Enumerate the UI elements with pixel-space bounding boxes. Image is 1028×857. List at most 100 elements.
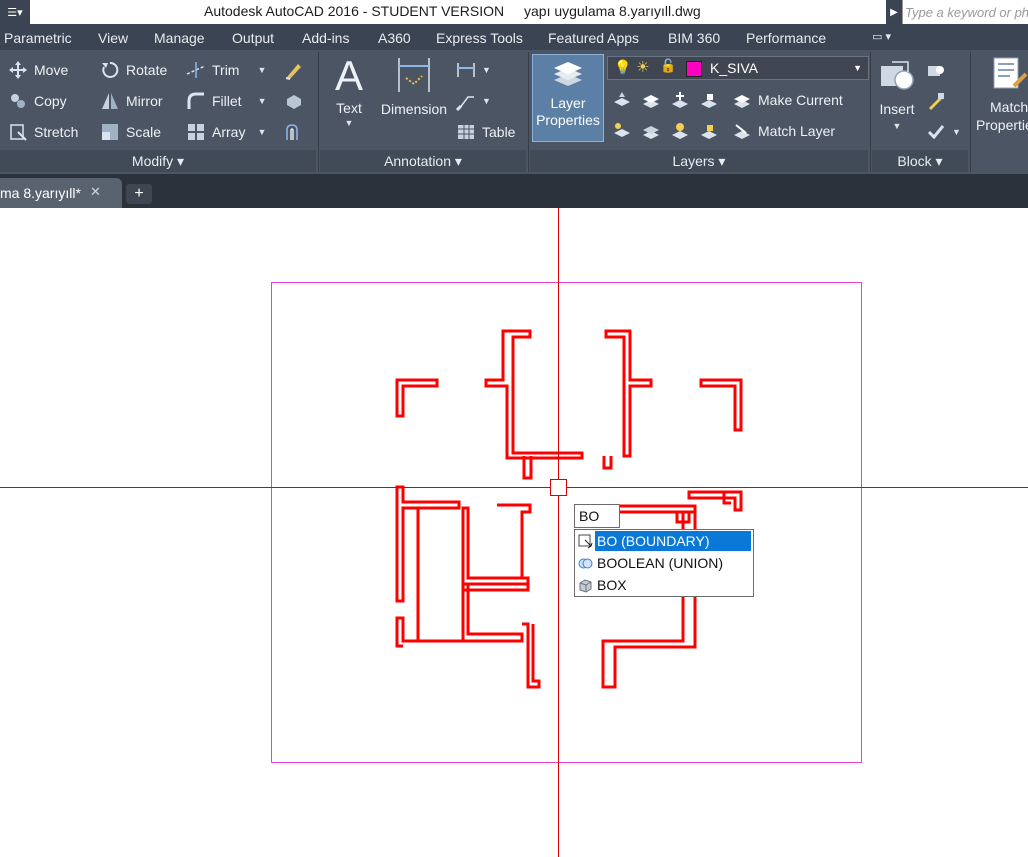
new-tab-button[interactable]: + [126, 184, 152, 204]
explode-button[interactable] [284, 91, 304, 111]
erase-button[interactable] [284, 60, 304, 80]
match-properties-label-1: Match [990, 99, 1028, 115]
dimension-label: Dimension [380, 101, 448, 117]
fillet-dropdown-icon[interactable]: ▼ [258, 96, 267, 106]
mirror-label: Mirror [126, 93, 163, 109]
close-tab-icon[interactable]: ✕ [90, 184, 101, 200]
modify-panel-title[interactable]: Modify ▾ [0, 150, 316, 172]
quick-access-menu-button[interactable]: ☰▾ [0, 0, 30, 24]
copy-label: Copy [34, 93, 67, 109]
command-input[interactable] [575, 505, 619, 526]
trim-dropdown-icon[interactable]: ▼ [257, 65, 266, 75]
edit-block-button[interactable] [926, 91, 946, 111]
layer-on-icon: 💡 [614, 59, 632, 75]
layer-thaw-tool-icon[interactable] [670, 121, 690, 141]
layer-unisolate-icon[interactable] [641, 121, 661, 141]
layer-isolate-icon[interactable] [641, 90, 661, 110]
fillet-button[interactable]: Fillet ▼ [186, 91, 266, 111]
dimension-button[interactable]: Dimension [378, 56, 450, 117]
layer-properties-label-2: Properties [536, 112, 600, 128]
suggestion-boolean-union[interactable]: BOOLEAN (UNION) [575, 553, 753, 574]
tab-add-ins[interactable]: Add-ins [302, 30, 349, 46]
tab-express-tools[interactable]: Express Tools [436, 30, 523, 46]
layer-unlock-tool-icon[interactable] [699, 121, 719, 141]
tab-a360[interactable]: A360 [378, 30, 411, 46]
keyword-search-input[interactable] [903, 0, 1028, 24]
leader-button[interactable]: ▼ [456, 91, 491, 111]
table-button[interactable]: Table [456, 122, 515, 142]
tab-performance[interactable]: Performance [746, 30, 826, 46]
offset-button[interactable] [284, 122, 304, 142]
text-button[interactable]: A Text ▼ [330, 54, 368, 129]
array-icon [186, 122, 206, 142]
array-button[interactable]: Array ▼ [186, 122, 266, 142]
layer-freeze-icon[interactable] [670, 90, 690, 110]
block-attributes-button[interactable]: ▼ [926, 122, 961, 142]
layer-properties-icon [554, 62, 582, 86]
rotate-button[interactable]: Rotate [100, 60, 167, 80]
stretch-button[interactable]: Stretch [8, 122, 78, 142]
search-expand-icon[interactable]: ▶ [886, 0, 902, 24]
document-tab[interactable]: ma 8.yarıyıll* ✕ [0, 178, 122, 208]
insert-dropdown-icon[interactable]: ▼ [893, 121, 902, 131]
app-title: Autodesk AutoCAD 2016 - STUDENT VERSION [204, 3, 505, 19]
ribbon: Move Rotate Trim ▼ Copy Mirror Fillet ▼ … [0, 50, 1028, 174]
match-layer-button[interactable]: Match Layer [732, 121, 835, 141]
layer-tools-row-1 [612, 90, 719, 110]
suggestion-label: BOX [597, 577, 627, 593]
move-button[interactable]: Move [8, 60, 68, 80]
copy-button[interactable]: Copy [8, 91, 67, 111]
text-dropdown-icon[interactable]: ▼ [345, 118, 354, 128]
boundary-icon [578, 534, 593, 549]
layer-properties-button[interactable]: Layer Properties [532, 54, 604, 142]
annotation-panel-title[interactable]: Annotation ▾ [320, 150, 526, 172]
block-panel-title[interactable]: Block ▾ [872, 150, 968, 172]
layer-off-icon[interactable] [612, 90, 632, 110]
layer-on-tool-icon[interactable] [612, 121, 632, 141]
create-block-button[interactable] [926, 60, 946, 80]
mirror-button[interactable]: Mirror [100, 91, 163, 111]
leader-dropdown-icon[interactable]: ▼ [482, 96, 491, 106]
wall-outlines [395, 329, 743, 689]
floor-plan-drawing [0, 208, 1028, 857]
move-icon [8, 60, 28, 80]
block-attributes-dropdown-icon[interactable]: ▼ [952, 127, 961, 137]
make-current-label: Make Current [758, 92, 843, 108]
linear-dimension-button[interactable]: ▼ [456, 60, 491, 80]
array-dropdown-icon[interactable]: ▼ [257, 127, 266, 137]
ribbon-display-options-icon[interactable]: ▭ ▾ [872, 30, 902, 44]
suggestion-box[interactable]: BOX [575, 575, 753, 596]
layer-properties-label-1: Layer [550, 95, 586, 111]
insert-block-icon [878, 58, 916, 97]
stretch-label: Stretch [34, 124, 79, 140]
tab-view[interactable]: View [98, 30, 128, 46]
layers-panel-title[interactable]: Layers ▾ [530, 150, 868, 172]
tab-manage[interactable]: Manage [154, 30, 205, 46]
scale-button[interactable]: Scale [100, 122, 161, 142]
tab-output[interactable]: Output [232, 30, 274, 46]
offset-icon [284, 122, 304, 142]
make-current-button[interactable]: Make Current [732, 90, 843, 110]
insert-label: Insert [879, 101, 915, 117]
document-tab-bar: ma 8.yarıyıll* ✕ + [0, 174, 1028, 208]
match-layer-label: Match Layer [758, 123, 836, 139]
dynamic-input-box[interactable] [574, 504, 620, 528]
stretch-icon [8, 122, 28, 142]
drawing-canvas[interactable]: BO (BOUNDARY) BOOLEAN (UNION) BOX [0, 208, 1028, 857]
trim-icon [186, 60, 206, 80]
layer-dropdown-arrow-icon[interactable]: ▼ [853, 63, 862, 73]
tab-bim-360[interactable]: BIM 360 [668, 30, 720, 46]
layer-lock-tool-icon[interactable] [699, 90, 719, 110]
keyword-search-box[interactable] [902, 0, 1028, 24]
suggestion-boundary[interactable]: BO (BOUNDARY) [575, 531, 753, 552]
match-properties-icon [992, 56, 1028, 97]
insert-button[interactable]: Insert ▼ [874, 58, 920, 131]
tab-parametric[interactable]: Parametric [4, 30, 72, 46]
layer-dropdown[interactable]: 💡 ☀ 🔓 K_SIVA ▼ [607, 56, 869, 80]
tab-featured-apps[interactable]: Featured Apps [548, 30, 639, 46]
trim-button[interactable]: Trim ▼ [186, 60, 266, 80]
current-layer-name: K_SIVA [710, 60, 758, 76]
linear-dimension-dropdown-icon[interactable]: ▼ [482, 65, 491, 75]
match-properties-button[interactable]: Match Properties [976, 56, 1028, 133]
viewport-frame [271, 282, 862, 763]
